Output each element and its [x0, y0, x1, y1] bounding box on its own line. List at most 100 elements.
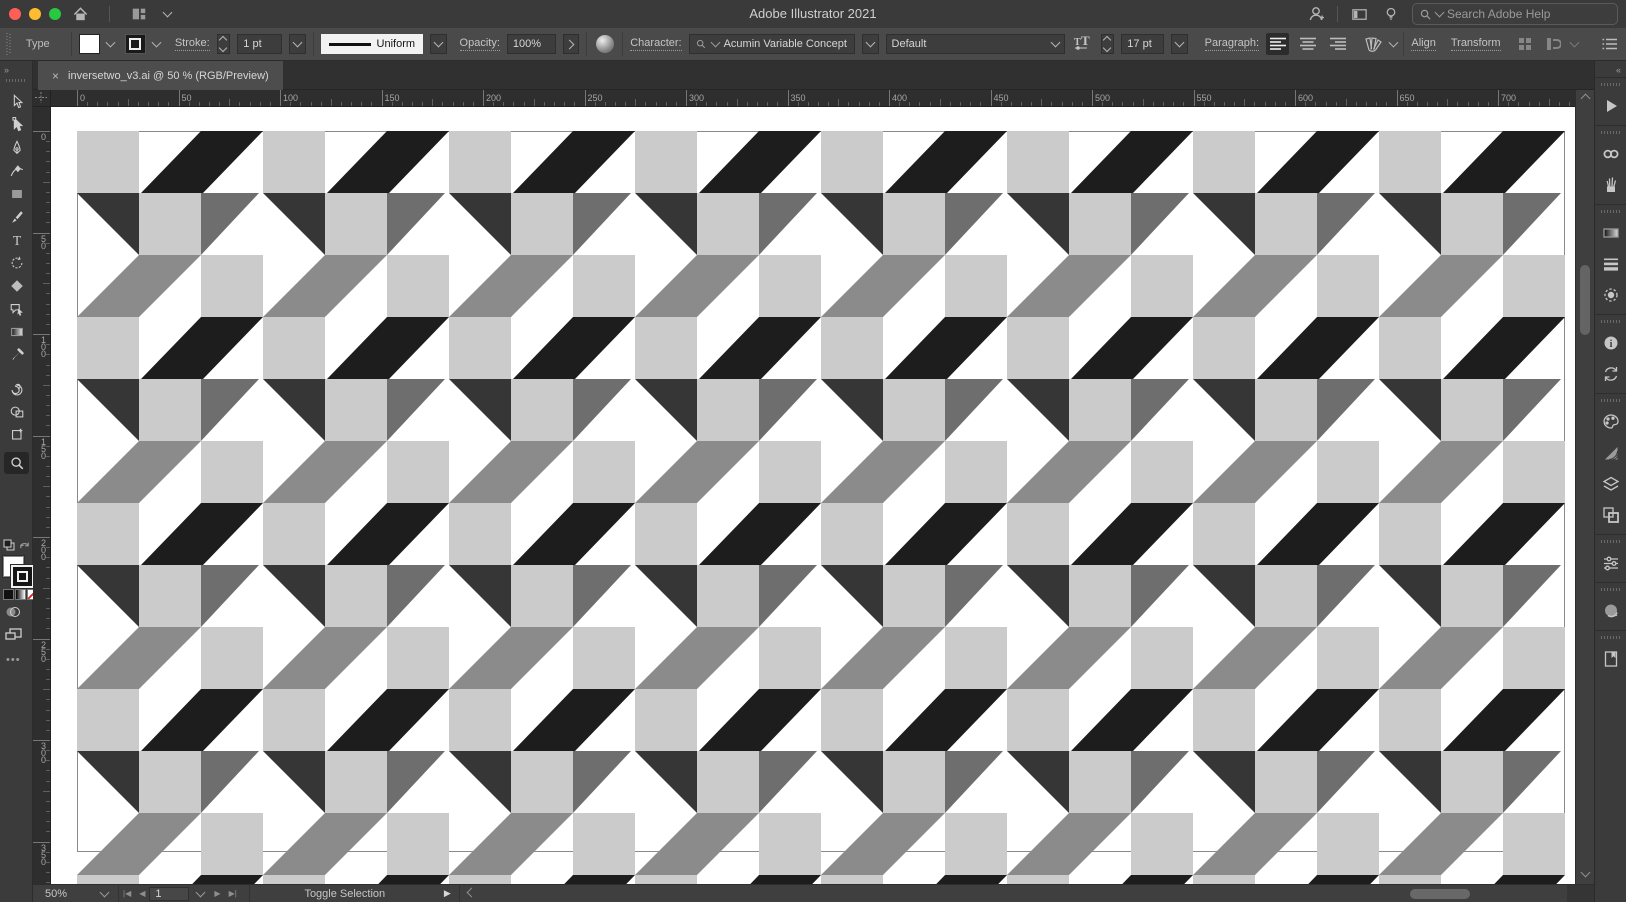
tool-pen[interactable]	[4, 137, 29, 159]
font-family-dropdown[interactable]	[862, 34, 879, 54]
tool-type[interactable]: T	[4, 229, 29, 251]
toolbar-collapse-icon[interactable]: »	[4, 65, 9, 75]
panel-grip[interactable]	[1600, 320, 1621, 323]
swatches-fan-chevron-icon[interactable]	[1388, 37, 1398, 48]
stroke-panel-link[interactable]: Stroke:	[174, 37, 210, 51]
panel-grip[interactable]	[1600, 210, 1621, 213]
panel-icon-artboards[interactable]	[1600, 504, 1622, 526]
first-artboard-icon[interactable]: |◀	[123, 889, 131, 898]
mini-fill-stroke-icon[interactable]	[3, 539, 15, 551]
panel-icon-sync[interactable]	[1600, 363, 1622, 385]
toolbar-grip[interactable]	[6, 79, 27, 82]
font-size-dropdown[interactable]	[1171, 34, 1188, 54]
panel-icon-navigator[interactable]	[1600, 600, 1622, 622]
workspace-chevron-icon[interactable]	[162, 7, 173, 18]
character-panel-link[interactable]: Character:	[630, 37, 682, 51]
color-mode-icon[interactable]	[3, 589, 14, 600]
panel-icon-color[interactable]	[1600, 411, 1622, 433]
canvas[interactable]	[51, 107, 1575, 884]
tool-curvature[interactable]	[4, 160, 29, 182]
more-tools-icon[interactable]: •••	[6, 654, 21, 666]
minimize-window-button[interactable]	[29, 8, 41, 20]
stroke-chevron-icon[interactable]	[151, 37, 162, 48]
artboard-number-field[interactable]: 1	[149, 886, 190, 901]
tool-eraser[interactable]	[4, 275, 29, 297]
stroke-color-swatch[interactable]	[124, 34, 147, 54]
screen-mode-icon[interactable]	[5, 626, 23, 642]
scroll-left-icon[interactable]	[466, 887, 477, 897]
share-account-icon[interactable]	[1305, 3, 1327, 25]
document-tab[interactable]: × inversetwo_v3.ai @ 50 % (RGB/Preview)	[38, 61, 283, 90]
scroll-up-icon[interactable]	[1580, 93, 1591, 104]
align-center-button[interactable]	[1296, 33, 1319, 55]
zoom-level-chevron-icon[interactable]	[99, 887, 110, 897]
panel-icon-play[interactable]	[1600, 95, 1622, 117]
tool-zoom[interactable]	[4, 452, 29, 474]
draw-mode-icon[interactable]	[5, 604, 21, 620]
tool-artboard[interactable]	[4, 424, 29, 446]
stroke-weight-dropdown[interactable]	[289, 34, 306, 54]
status-play-icon[interactable]: ▶	[444, 888, 451, 899]
panel-icon-brushes[interactable]	[1600, 174, 1622, 196]
dock-collapse-icon[interactable]: «	[1595, 61, 1626, 77]
last-artboard-icon[interactable]: ▶|	[229, 889, 237, 898]
tool-shape-builder[interactable]	[4, 401, 29, 423]
font-family-input[interactable]: Acumin Variable Concept	[688, 34, 856, 54]
panel-toggle-icon[interactable]	[1348, 3, 1370, 25]
opacity-panel-link[interactable]: Opacity:	[459, 37, 500, 51]
lightbulb-icon[interactable]	[1380, 3, 1402, 25]
home-icon[interactable]	[69, 3, 91, 25]
panel-icon-properties[interactable]	[1600, 552, 1622, 574]
stroke-swatch[interactable]	[11, 565, 34, 588]
font-size-stepper[interactable]	[1100, 34, 1115, 54]
align-panel-link[interactable]: Align	[1411, 37, 1436, 51]
help-search-input[interactable]: Search Adobe Help	[1412, 3, 1618, 25]
vertical-scrollbar[interactable]	[1575, 90, 1594, 884]
width-profile-chevron[interactable]	[430, 34, 447, 54]
opacity-expand-button[interactable]	[562, 34, 580, 54]
tool-twirl[interactable]	[4, 379, 29, 401]
maximize-window-button[interactable]	[49, 8, 61, 20]
gradient-mode-icon[interactable]	[15, 589, 26, 600]
horizontal-scrollbar[interactable]	[460, 885, 1594, 902]
vertical-ruler[interactable]: 0 50 100 150 200 250 300 350	[33, 107, 51, 884]
artboard-list-chevron-icon[interactable]	[195, 887, 206, 897]
panel-grip[interactable]	[1600, 540, 1621, 543]
panel-icon-stroke[interactable]	[1600, 253, 1622, 275]
control-bar-menu-icon[interactable]	[1599, 33, 1620, 55]
font-size-value[interactable]: 17 pt	[1121, 34, 1165, 54]
swatches-fan-icon[interactable]	[1361, 33, 1383, 55]
horizontal-ruler[interactable]: 0 50 100 150 200 250 300 350 400 450 500 550 600 650 7…	[51, 90, 1575, 107]
tool-rectangle[interactable]	[4, 183, 29, 205]
panel-icon-color-guide[interactable]	[1600, 442, 1622, 464]
stroke-weight-stepper[interactable]	[216, 34, 231, 54]
tool-speech-select[interactable]	[4, 298, 29, 320]
paragraph-panel-link[interactable]: Paragraph:	[1204, 37, 1260, 51]
panel-icon-transparency[interactable]	[1600, 284, 1622, 306]
fill-chevron-icon[interactable]	[105, 37, 116, 48]
panel-icon-link[interactable]	[1600, 143, 1622, 165]
horizontal-scroll-thumb[interactable]	[1409, 888, 1470, 899]
workspace-switcher-icon[interactable]	[128, 3, 150, 25]
status-display-label[interactable]: Toggle Selection	[250, 888, 440, 900]
tool-rotate[interactable]	[4, 252, 29, 274]
align-left-button[interactable]	[1266, 33, 1290, 55]
prev-artboard-icon[interactable]: ◀	[139, 889, 145, 898]
controlbar-grip[interactable]	[6, 33, 11, 55]
panel-grip[interactable]	[1600, 588, 1621, 591]
panel-grip[interactable]	[1600, 399, 1621, 402]
tab-close-icon[interactable]: ×	[52, 69, 59, 83]
tool-gradient[interactable]	[4, 321, 29, 343]
opacity-value[interactable]: 100%	[506, 34, 556, 54]
tool-eyedropper[interactable]	[4, 344, 29, 366]
scroll-down-icon[interactable]	[1580, 867, 1591, 878]
panel-grip[interactable]	[1600, 83, 1621, 86]
tool-selection[interactable]	[4, 91, 29, 113]
panel-icon-layers[interactable]	[1600, 473, 1622, 495]
zoom-level-value[interactable]: 50%	[45, 888, 67, 900]
width-profile-dropdown[interactable]: Uniform	[320, 34, 424, 54]
vertical-scroll-thumb[interactable]	[1580, 265, 1590, 335]
panel-grip[interactable]	[1600, 131, 1621, 134]
font-style-dropdown[interactable]: Default	[885, 34, 1066, 54]
tool-paintbrush[interactable]	[4, 206, 29, 228]
